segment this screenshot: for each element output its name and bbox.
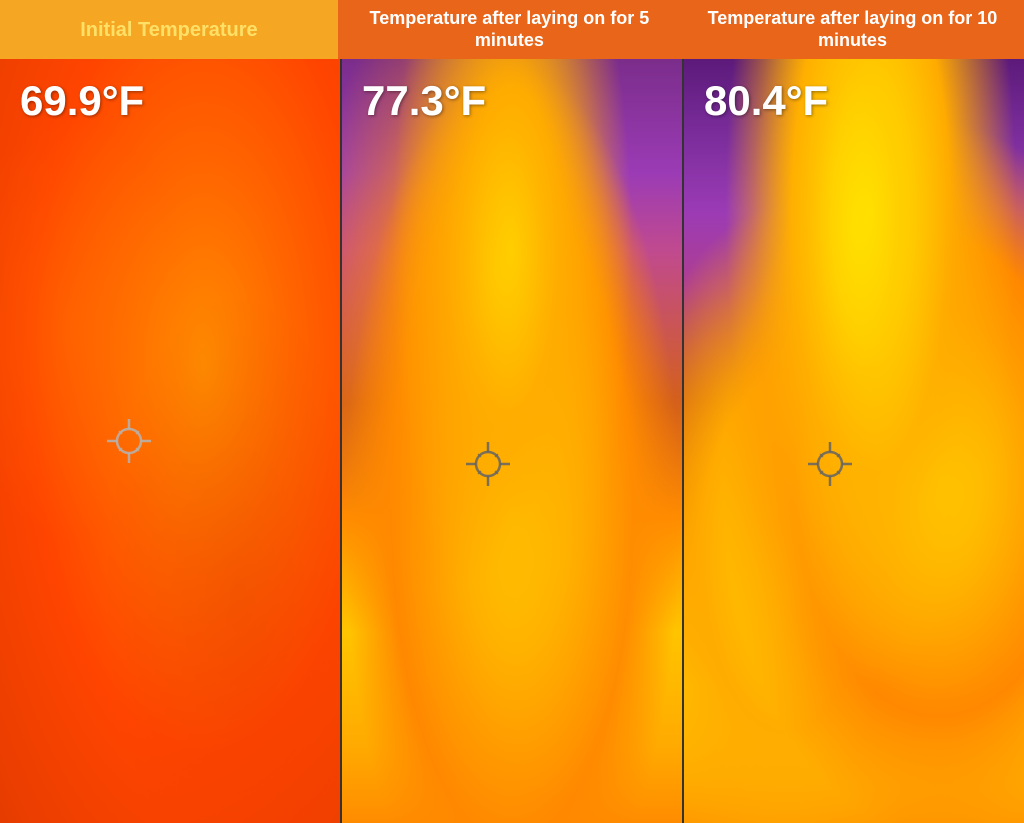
panel-5min: 77.3°F (340, 59, 682, 823)
temp-initial: 69.9°F (20, 77, 144, 125)
panel-initial: 69.9°F (0, 59, 340, 823)
crosshair-initial (103, 415, 155, 467)
header-10min-label: Temperature after laying on for 10 minut… (691, 8, 1014, 51)
header-initial-label: Initial Temperature (80, 18, 257, 42)
header-5min-label: Temperature after laying on for 5 minute… (348, 8, 671, 51)
temp-10min: 80.4°F (704, 77, 828, 125)
crosshair-10min (804, 438, 856, 490)
main-container: Initial Temperature Temperature after la… (0, 0, 1024, 823)
header-initial: Initial Temperature (0, 0, 338, 59)
header-row: Initial Temperature Temperature after la… (0, 0, 1024, 59)
header-10min: Temperature after laying on for 10 minut… (681, 0, 1024, 59)
crosshair-5min (462, 438, 514, 490)
images-row: 69.9°F 77.3°F (0, 59, 1024, 823)
panel-10min: 80.4°F (682, 59, 1024, 823)
header-5min: Temperature after laying on for 5 minute… (338, 0, 681, 59)
temp-5min: 77.3°F (362, 77, 486, 125)
